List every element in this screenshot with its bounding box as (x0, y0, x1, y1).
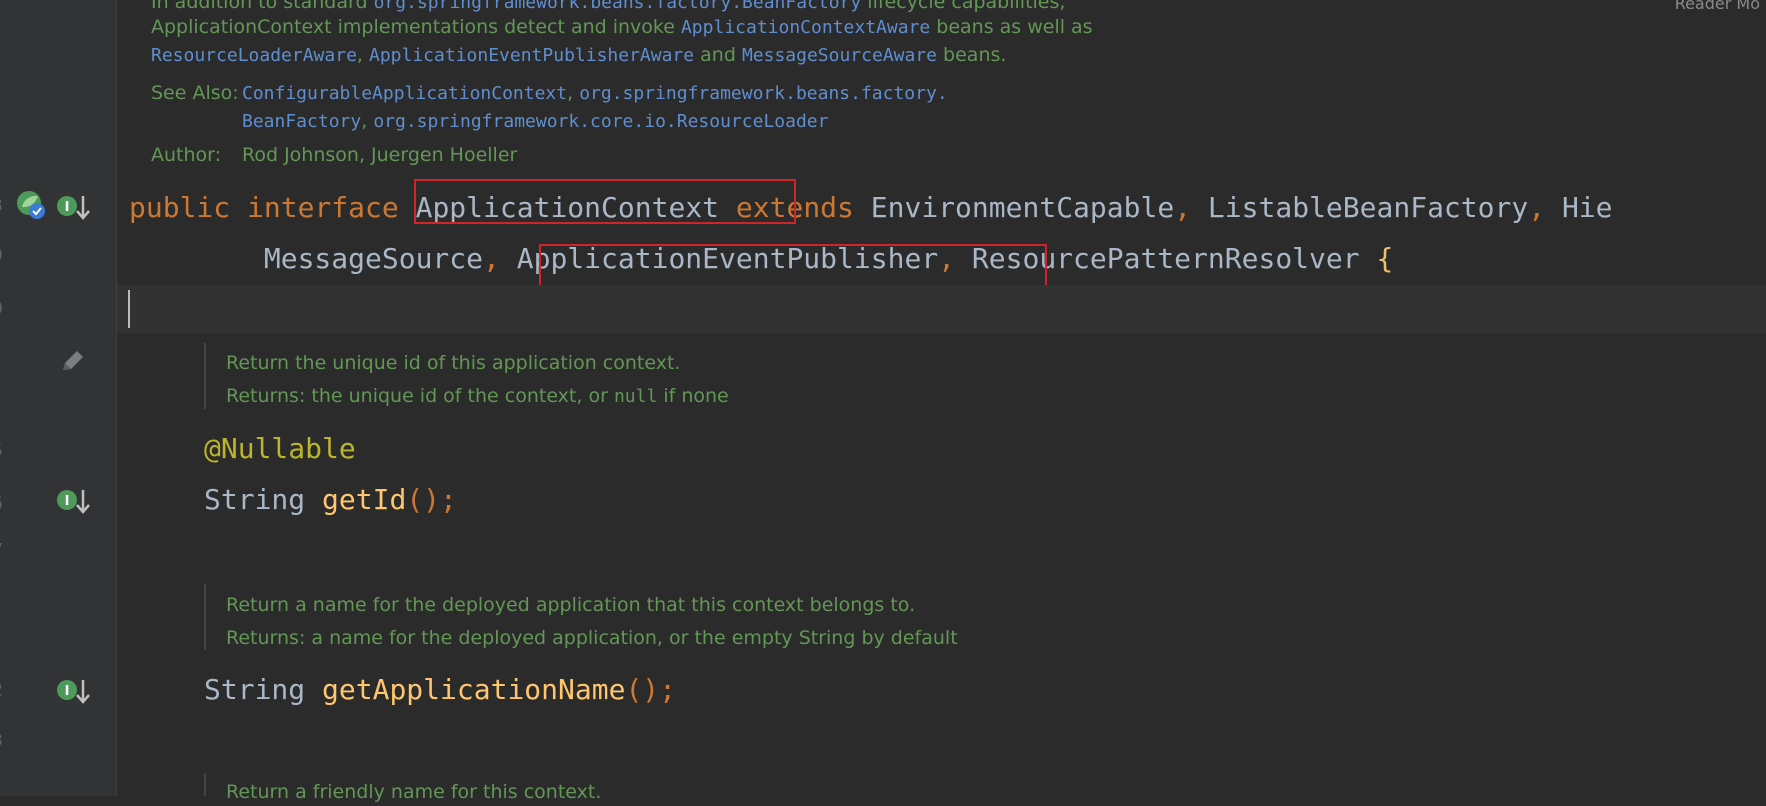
see-also-line-2: BeanFactory, org.springframework.core.io… (242, 107, 828, 136)
highlight-box-event-publisher (539, 244, 1047, 289)
annotation-line[interactable]: @Nullable (204, 429, 356, 469)
svg-text:I: I (65, 200, 70, 215)
line-number: 2 (0, 680, 6, 701)
pencil-icon[interactable] (58, 348, 86, 376)
method-doc-returns: Returns: a name for the deployed applica… (226, 627, 958, 649)
method-signature-getapplicationname[interactable]: String getApplicationName(); (204, 670, 676, 710)
comma: , (1174, 191, 1192, 224)
doc-code: null (613, 386, 658, 407)
line-number: 5 (0, 440, 6, 461)
see-also-label: See Also: (151, 82, 239, 104)
doc-text: ApplicationContext implementations detec… (151, 16, 681, 38)
doc-bar (204, 773, 206, 796)
interface-ref[interactable]: ListableBeanFactory (1208, 191, 1528, 224)
doc-text: if none (657, 385, 729, 407)
line-number: 7 (0, 540, 6, 561)
see-also-line-1: ConfigurableApplicationContext, org.spri… (242, 79, 948, 108)
current-line-highlight (117, 285, 1766, 333)
doc-link[interactable]: MessageSourceAware (742, 45, 937, 66)
reader-mode-label[interactable]: Reader Mo (1675, 0, 1760, 13)
interface-ref[interactable]: EnvironmentCapable (871, 191, 1174, 224)
doc-text: and (694, 44, 742, 66)
method-doc-line: Return a friendly name for this context. (226, 781, 602, 803)
comma: , (1528, 191, 1546, 224)
line-number: 9 (0, 245, 6, 266)
method-signature-getid[interactable]: String getId(); (204, 480, 457, 520)
method-suffix: (); (625, 673, 677, 706)
doc-bar (204, 343, 206, 409)
method-doc-line: Return the unique id of this application… (226, 352, 681, 374)
line-number: 3 (0, 730, 6, 751)
svg-text:I: I (65, 494, 70, 509)
keyword-interface: interface (247, 191, 399, 224)
svg-text:I: I (65, 684, 70, 699)
doc-text: beans. (937, 44, 1007, 66)
spring-bean-icon[interactable] (14, 188, 48, 222)
doc-link[interactable]: ConfigurableApplicationContext (242, 83, 567, 104)
author-label: Author: (151, 144, 222, 166)
doc-text: Returns: the unique id of the context, o… (226, 385, 614, 407)
interface-declaration-line[interactable]: public interface ApplicationContext exte… (129, 188, 1613, 228)
line-number: 6 (0, 493, 6, 514)
doc-link[interactable]: org.springframework.beans.factory.BeanFa… (374, 0, 862, 13)
doc-text: , (356, 44, 369, 66)
method-name[interactable]: getId (322, 483, 406, 516)
doc-link[interactable]: org.springframework.core.io.ResourceLoad… (373, 111, 828, 132)
doc-link[interactable]: ApplicationEventPublisherAware (369, 45, 694, 66)
implemented-icon[interactable]: I (56, 487, 92, 517)
comma: , (483, 242, 500, 275)
method-suffix: (); (406, 483, 457, 516)
editor-gutter: 3 9 0 5 6 7 2 3 I I I (0, 0, 117, 796)
line-number: 3 (0, 195, 6, 216)
class-doc-line-2: ApplicationContext implementations detec… (151, 13, 1093, 42)
text-caret (128, 290, 130, 328)
interface-ref[interactable]: Hie (1562, 191, 1613, 224)
doc-text: In addition to standard (151, 0, 374, 13)
doc-bar (204, 584, 206, 650)
method-name[interactable]: getApplicationName (322, 673, 625, 706)
line-number: 0 (0, 298, 6, 319)
method-doc-returns: Returns: the unique id of the context, o… (226, 382, 729, 411)
implemented-icon[interactable]: I (56, 677, 92, 707)
highlight-box-application-context (414, 179, 796, 224)
doc-link[interactable]: ResourceLoaderAware (151, 45, 357, 66)
doc-link[interactable]: BeanFactory (242, 111, 361, 132)
doc-link[interactable]: org.springframework.beans.factory. (579, 83, 947, 104)
interface-ref[interactable]: MessageSource (264, 242, 483, 275)
return-type[interactable]: String (204, 483, 305, 516)
class-doc-line-3: ResourceLoaderAware, ApplicationEventPub… (151, 41, 1006, 70)
keyword-public: public (129, 191, 231, 224)
doc-text: beans as well as (930, 16, 1093, 38)
doc-text: , (361, 110, 374, 132)
doc-text: , (567, 82, 580, 104)
return-type[interactable]: String (204, 673, 305, 706)
doc-link[interactable]: ApplicationContextAware (681, 17, 930, 38)
implemented-icon[interactable]: I (56, 193, 92, 223)
method-doc-line: Return a name for the deployed applicati… (226, 594, 916, 616)
author-value: Rod Johnson, Juergen Hoeller (242, 144, 518, 166)
nullable-annotation[interactable]: @Nullable (204, 432, 356, 465)
open-brace: { (1376, 242, 1394, 275)
doc-text: lifecycle capabilities, (861, 0, 1066, 13)
